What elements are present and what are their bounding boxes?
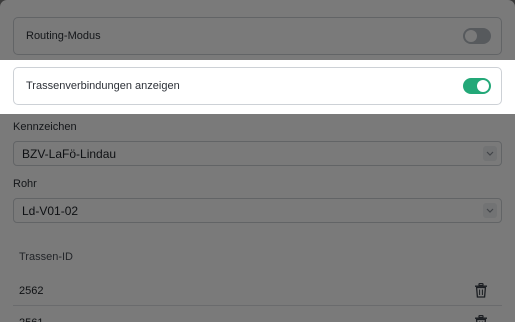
routing-mode-switch[interactable] bbox=[463, 28, 491, 44]
table-row: 2562 bbox=[13, 274, 502, 306]
chevron-down-icon bbox=[483, 146, 497, 161]
trassen-id-cell: 2561 bbox=[19, 317, 43, 322]
table-row: 2561 bbox=[13, 306, 502, 322]
show-connections-label: Trassenverbindungen anzeigen bbox=[26, 80, 180, 92]
rohr-label: Rohr bbox=[13, 178, 37, 190]
trash-icon[interactable] bbox=[474, 283, 488, 303]
kennzeichen-label: Kennzeichen bbox=[13, 121, 77, 133]
routing-mode-label: Routing-Modus bbox=[26, 30, 101, 42]
show-connections-card[interactable]: Trassenverbindungen anzeigen bbox=[13, 67, 502, 105]
switch-knob bbox=[477, 80, 489, 92]
settings-panel: Routing-Modus Kennzeichen BZV-LaFö-Linda… bbox=[0, 0, 515, 322]
trassen-id-cell: 2562 bbox=[19, 285, 44, 297]
kennzeichen-value: BZV-LaFö-Lindau bbox=[22, 147, 117, 161]
routing-mode-card[interactable]: Routing-Modus bbox=[13, 17, 502, 55]
highlighted-row: Trassenverbindungen anzeigen bbox=[0, 60, 515, 114]
rohr-select[interactable]: Ld-V01-02 bbox=[13, 198, 502, 223]
show-connections-switch[interactable] bbox=[463, 78, 491, 94]
trassen-id-header: Trassen-ID bbox=[19, 251, 73, 263]
kennzeichen-select[interactable]: BZV-LaFö-Lindau bbox=[13, 141, 502, 166]
rohr-value: Ld-V01-02 bbox=[22, 204, 79, 218]
chevron-down-icon bbox=[483, 203, 497, 218]
trash-icon[interactable] bbox=[474, 315, 488, 322]
switch-knob bbox=[465, 30, 477, 42]
